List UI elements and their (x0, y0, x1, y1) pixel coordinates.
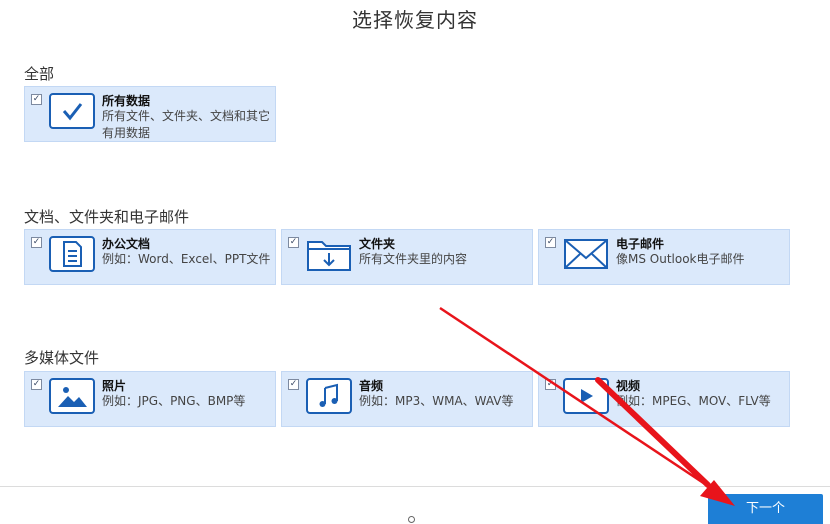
checkbox-photos[interactable]: ✓ (31, 379, 42, 390)
option-desc: 所有文件、文件夹、文档和其它有用数据 (102, 109, 271, 140)
option-folders[interactable]: ✓ 文件夹 所有文件夹里的内容 (281, 229, 533, 285)
page-title: 选择恢复内容 (352, 8, 478, 32)
checkbox-video[interactable]: ✓ (545, 379, 556, 390)
footer-divider (0, 486, 830, 487)
page-indicator-dot (408, 516, 415, 523)
video-icon (563, 378, 609, 414)
folder-icon (306, 236, 352, 272)
document-icon (49, 236, 95, 272)
option-title: 照片 (102, 379, 127, 393)
checkbox-audio[interactable]: ✓ (288, 379, 299, 390)
email-icon (563, 236, 609, 272)
option-desc: 例如：MPEG、MOV、FLV等 (616, 394, 771, 408)
option-desc: 例如：Word、Excel、PPT文件 (102, 252, 271, 266)
next-button[interactable]: 下一个 (708, 494, 823, 524)
option-desc: 例如：MP3、WMA、WAV等 (359, 394, 514, 408)
option-email[interactable]: ✓ 电子邮件 像MS Outlook电子邮件 (538, 229, 790, 285)
option-title: 文件夹 (359, 237, 396, 251)
photo-icon (49, 378, 95, 414)
option-all-data[interactable]: ✓ 所有数据 所有文件、文件夹、文档和其它有用数据 (24, 86, 276, 142)
option-office-documents[interactable]: ✓ 办公文档 例如：Word、Excel、PPT文件 (24, 229, 276, 285)
checkbox-folders[interactable]: ✓ (288, 237, 299, 248)
music-icon (306, 378, 352, 414)
checkbox-office-documents[interactable]: ✓ (31, 237, 42, 248)
option-video[interactable]: ✓ 视频 例如：MPEG、MOV、FLV等 (538, 371, 790, 427)
option-title: 办公文档 (102, 237, 151, 251)
option-desc: 所有文件夹里的内容 (359, 252, 468, 266)
option-audio[interactable]: ✓ 音频 例如：MP3、WMA、WAV等 (281, 371, 533, 427)
section-label-documents: 文档、文件夹和电子邮件 (24, 208, 190, 226)
option-title: 所有数据 (102, 94, 151, 108)
option-photos[interactable]: ✓ 照片 例如：JPG、PNG、BMP等 (24, 371, 276, 427)
option-desc: 例如：JPG、PNG、BMP等 (102, 394, 246, 408)
check-icon (49, 93, 95, 129)
checkbox-email[interactable]: ✓ (545, 237, 556, 248)
option-desc: 像MS Outlook电子邮件 (616, 252, 745, 266)
checkbox-all-data[interactable]: ✓ (31, 94, 42, 105)
section-label-media: 多媒体文件 (24, 349, 100, 367)
section-label-all: 全部 (24, 65, 55, 83)
option-title: 电子邮件 (616, 237, 665, 251)
option-title: 视频 (616, 379, 641, 393)
option-title: 音频 (359, 379, 384, 393)
